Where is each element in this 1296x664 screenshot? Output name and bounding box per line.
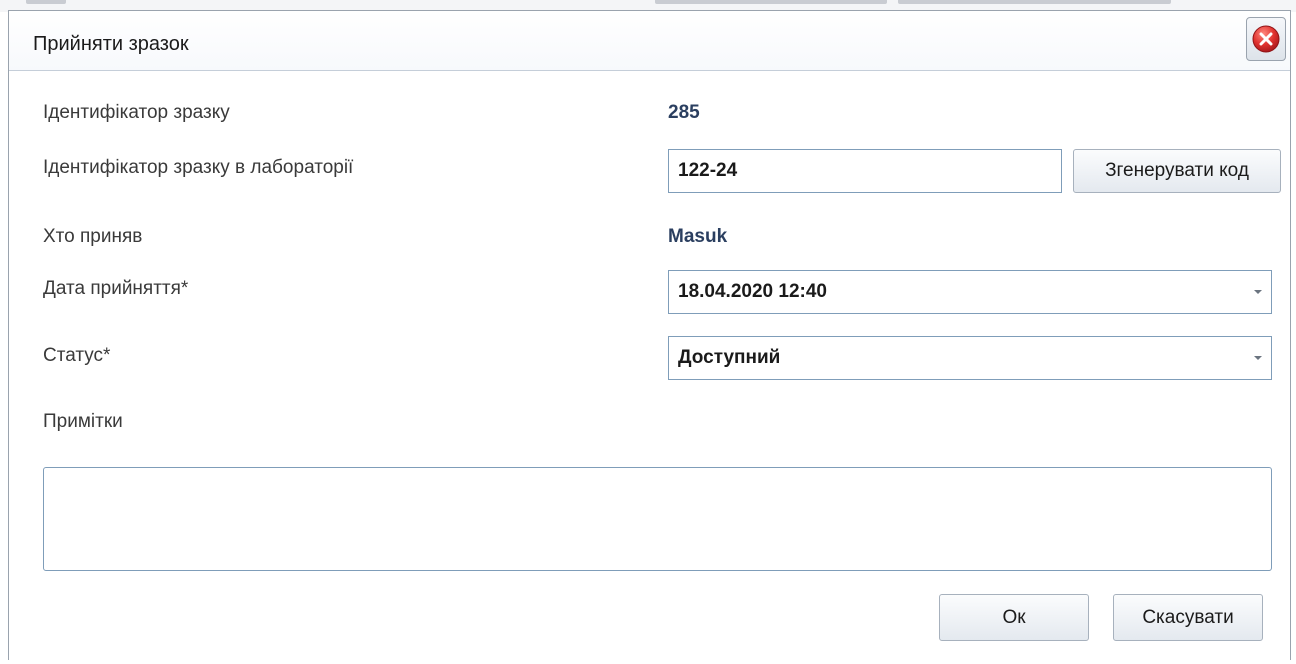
chevron-down-icon[interactable] (1254, 290, 1262, 294)
lab-sample-id-label: Ідентифікатор зразку в лабораторії (43, 157, 354, 178)
sample-id-value: 285 (668, 102, 700, 123)
accept-date-value: 18.04.2020 12:40 (678, 281, 827, 302)
notes-textarea[interactable] (43, 467, 1272, 571)
background-text-fragment (26, 0, 66, 4)
received-by-value: Masuk (668, 226, 728, 247)
accept-date-label: Дата прийняття* (43, 278, 189, 299)
background-text-fragment (655, 0, 887, 4)
accept-date-dropdown[interactable]: 18.04.2020 12:40 (668, 270, 1272, 314)
notes-label: Примітки (43, 411, 123, 432)
dialog-content: Ідентифікатор зразку 285 Ідентифікатор з… (9, 72, 1290, 660)
close-button[interactable] (1246, 17, 1286, 61)
close-icon (1252, 25, 1280, 53)
lab-sample-id-input[interactable]: 122-24 (668, 149, 1062, 193)
status-value: Доступний (678, 347, 781, 368)
status-label: Статус* (43, 345, 111, 366)
received-by-label: Хто приняв (43, 226, 143, 247)
sample-id-label: Ідентифікатор зразку (43, 102, 230, 123)
ok-button[interactable]: Ок (939, 594, 1089, 641)
dialog-titlebar: Прийняти зразок (9, 11, 1290, 71)
accept-sample-dialog: Прийняти зразок Ідентифікатор зразку 285… (8, 10, 1291, 660)
chevron-down-icon[interactable] (1254, 356, 1262, 360)
status-dropdown[interactable]: Доступний (668, 336, 1272, 380)
background-text-fragment (898, 0, 1171, 4)
generate-code-button[interactable]: Згенерувати код (1073, 149, 1281, 193)
lab-sample-id-value: 122-24 (678, 160, 738, 181)
cancel-button[interactable]: Скасувати (1113, 594, 1263, 641)
dialog-title: Прийняти зразок (33, 33, 189, 55)
